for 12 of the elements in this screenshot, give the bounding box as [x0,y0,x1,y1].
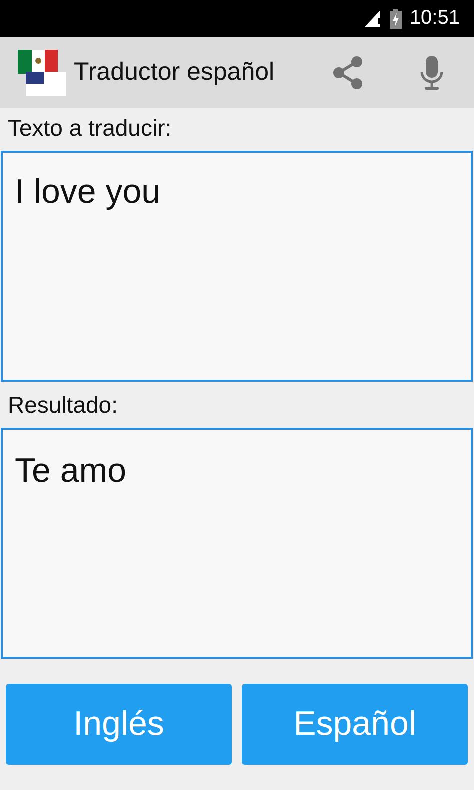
clock-time: 10:51 [410,7,460,30]
signal-icon [364,10,382,28]
microphone-icon[interactable] [420,54,444,90]
battery-icon [390,8,402,28]
input-label: Texto a traducir: [7,114,173,143]
language-button[interactable]: Español [242,684,468,765]
result-field: Te amo [1,428,473,659]
result-label: Resultado: [7,391,119,420]
input-field[interactable]: I love you [1,151,473,382]
flags-icon [18,50,68,96]
app-title: Traductor español [74,58,276,87]
language-button[interactable]: Inglés [6,684,232,765]
